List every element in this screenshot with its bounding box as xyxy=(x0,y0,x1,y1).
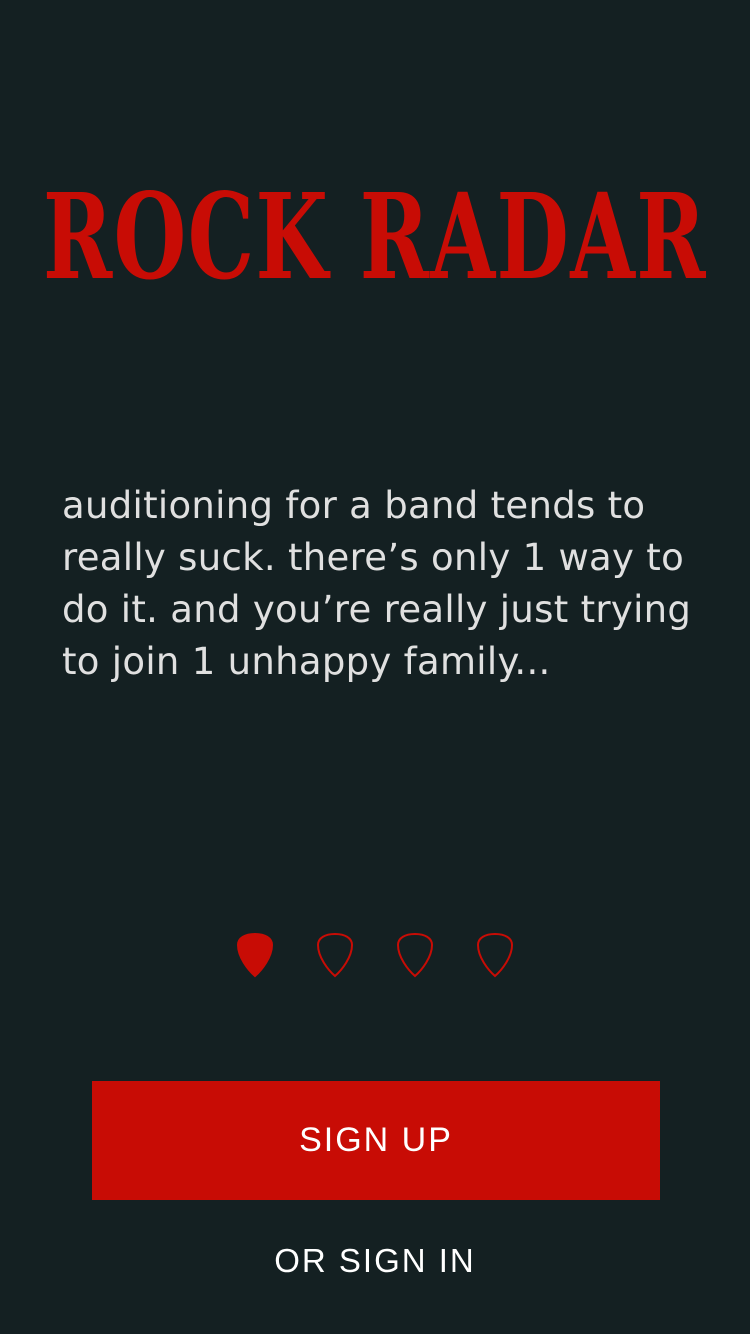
page-indicator xyxy=(0,932,750,980)
app-logo: ROCK RADAR xyxy=(0,150,750,300)
pick-indicator-4-icon[interactable] xyxy=(476,932,514,978)
pick-indicator-3-icon[interactable] xyxy=(396,932,434,978)
onboarding-message: auditioning for a band tends to really s… xyxy=(62,484,692,683)
signup-button[interactable]: SIGN UP xyxy=(92,1081,660,1200)
pick-indicator-2-icon[interactable] xyxy=(316,932,354,978)
logo-wordmark: ROCK RADAR xyxy=(43,167,707,300)
pick-indicator-1-active-icon[interactable] xyxy=(236,932,274,978)
signin-link[interactable]: OR SIGN IN xyxy=(0,1234,750,1288)
